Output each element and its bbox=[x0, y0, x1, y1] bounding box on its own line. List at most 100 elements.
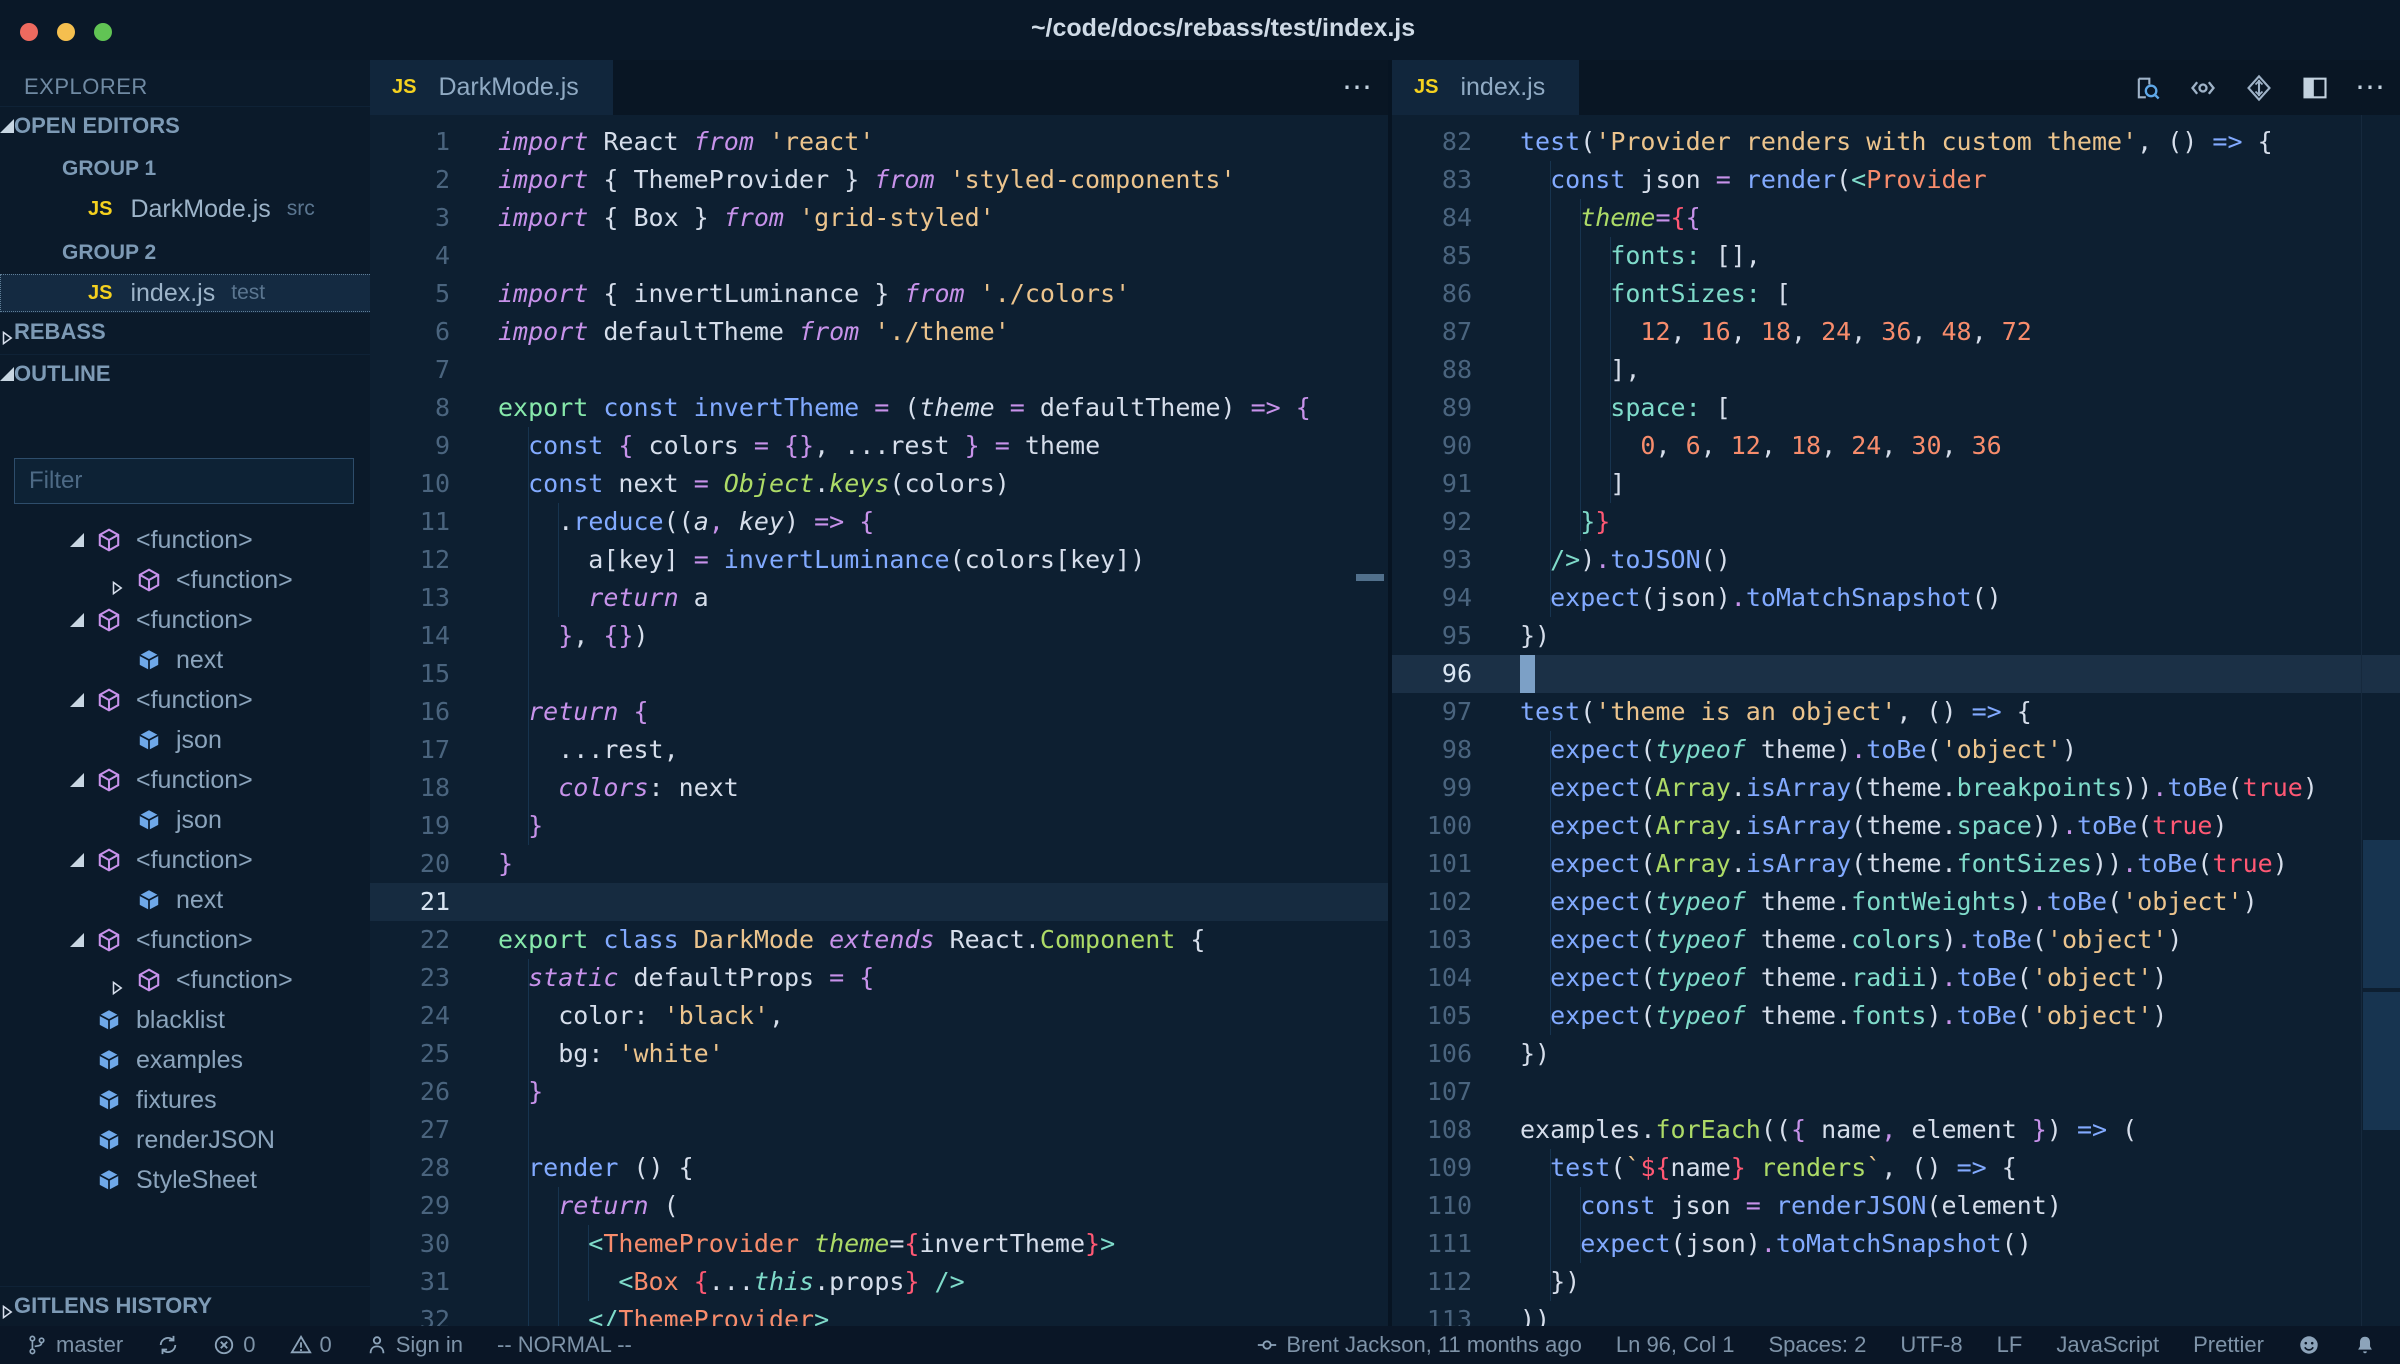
function-cube-icon bbox=[96, 607, 122, 633]
tab-darkmode-js[interactable]: JS DarkMode.js bbox=[370, 60, 613, 115]
code-line-14: 14 }, {}) bbox=[370, 617, 1388, 655]
outline-item-StyleSheet[interactable]: StyleSheet bbox=[0, 1160, 371, 1200]
status-left-0-master[interactable]: master bbox=[26, 1332, 123, 1358]
code-text: ...rest, bbox=[498, 731, 679, 769]
line-number: 108 bbox=[1392, 1111, 1472, 1149]
editor-index-js[interactable]: 82test('Provider renders with custom the… bbox=[1392, 115, 2400, 1326]
code-text: expect(typeof theme).toBe('object') bbox=[1520, 731, 2077, 769]
code-text: expect(typeof theme.fonts).toBe('object'… bbox=[1520, 997, 2167, 1035]
outline-item-function[interactable]: <function> bbox=[0, 960, 371, 1000]
vscode-window: ~/code/docs/rebass/test/index.js EXPLORE… bbox=[0, 0, 2400, 1364]
status-left-5-normal[interactable]: -- NORMAL -- bbox=[497, 1332, 632, 1358]
status-right-5-javascript[interactable]: JavaScript bbox=[2056, 1332, 2159, 1358]
outline-item-json[interactable]: json bbox=[0, 720, 371, 760]
code-line-6: 6import defaultTheme from './theme' bbox=[370, 313, 1388, 351]
section-rebass[interactable]: REBASS bbox=[0, 312, 370, 351]
more-actions-icon[interactable]: ⋯ bbox=[1342, 73, 1374, 103]
more-actions-button[interactable]: ⋯ bbox=[2356, 73, 2386, 103]
outline-item-label: json bbox=[176, 806, 222, 835]
zoom-window-button[interactable] bbox=[94, 23, 112, 41]
status-right-3-utf-8[interactable]: UTF-8 bbox=[1900, 1332, 1962, 1358]
code-line-24: 24 color: 'black', bbox=[370, 997, 1388, 1035]
status-left-4-sign-in[interactable]: Sign in bbox=[366, 1332, 463, 1358]
status-label: LF bbox=[1997, 1332, 2023, 1358]
outline-item-fixtures[interactable]: fixtures bbox=[0, 1080, 371, 1120]
gitlens-blame-button[interactable] bbox=[2188, 73, 2218, 103]
chevron-expanded-icon bbox=[0, 367, 14, 381]
line-number: 111 bbox=[1392, 1225, 1472, 1263]
status-left-2-0[interactable]: 0 bbox=[213, 1332, 255, 1358]
code-text: const json = render(<Provider bbox=[1520, 161, 1987, 199]
code-text: .reduce((a, key) => { bbox=[498, 503, 874, 541]
code-search-button[interactable] bbox=[2132, 73, 2162, 103]
section-label: OUTLINE bbox=[14, 361, 111, 387]
outline-item-blacklist[interactable]: blacklist bbox=[0, 1000, 371, 1040]
outline-filter-input[interactable] bbox=[14, 458, 354, 504]
outline-item-function[interactable]: <function> bbox=[0, 560, 371, 600]
function-cube-icon bbox=[96, 927, 122, 953]
section-outline[interactable]: OUTLINE bbox=[0, 354, 370, 393]
editor-group-right: JS index.js ⋯ 82test('Provider renders w… bbox=[1392, 60, 2400, 1326]
code-line-20: 20} bbox=[370, 845, 1388, 883]
line-number: 31 bbox=[370, 1263, 450, 1301]
code-text: return { bbox=[498, 693, 649, 731]
code-line-28: 28 render () { bbox=[370, 1149, 1388, 1187]
outline-item-next[interactable]: next bbox=[0, 880, 371, 920]
section-gitlens-history[interactable]: GITLENS HISTORY bbox=[0, 1286, 370, 1325]
git-compare-button[interactable] bbox=[2244, 73, 2274, 103]
outline-item-json[interactable]: json bbox=[0, 800, 371, 840]
git-branch-icon bbox=[26, 1334, 48, 1356]
variable-box-icon bbox=[136, 807, 162, 833]
variable-box-icon bbox=[136, 727, 162, 753]
status-right-1-ln-96-col-1[interactable]: Ln 96, Col 1 bbox=[1616, 1332, 1735, 1358]
status-right-4-lf[interactable]: LF bbox=[1997, 1332, 2023, 1358]
editor-scrollbar[interactable] bbox=[2361, 115, 2400, 1326]
status-right-6-prettier[interactable]: Prettier bbox=[2193, 1332, 2264, 1358]
minimize-window-button[interactable] bbox=[57, 23, 75, 41]
line-number: 19 bbox=[370, 807, 450, 845]
code-text: )) bbox=[1520, 1301, 1550, 1326]
code-text: import { ThemeProvider } from 'styled-co… bbox=[498, 161, 1236, 199]
status-right-8[interactable] bbox=[2354, 1334, 2376, 1356]
outline-item-label: <function> bbox=[136, 526, 253, 555]
section-open-editors[interactable]: OPEN EDITORS bbox=[0, 106, 370, 145]
code-line-3: 3import { Box } from 'grid-styled' bbox=[370, 199, 1388, 237]
status-right-2-spaces-2[interactable]: Spaces: 2 bbox=[1769, 1332, 1867, 1358]
code-text: export class DarkMode extends React.Comp… bbox=[498, 921, 1205, 959]
close-window-button[interactable] bbox=[20, 23, 38, 41]
outline-item-function[interactable]: <function> bbox=[0, 600, 371, 640]
open-editor-item-darkmode.js[interactable]: JSDarkMode.jssrc bbox=[0, 190, 371, 228]
tab-index-js[interactable]: JS index.js bbox=[1392, 60, 1579, 115]
line-number: 17 bbox=[370, 731, 450, 769]
status-left-1[interactable] bbox=[157, 1334, 179, 1356]
code-line-100: 100 expect(Array.isArray(theme.space)).t… bbox=[1392, 807, 2400, 845]
code-line-23: 23 static defaultProps = { bbox=[370, 959, 1388, 997]
chevron-expanded-icon bbox=[70, 533, 84, 547]
outline-item-examples[interactable]: examples bbox=[0, 1040, 371, 1080]
code-line-5: 5import { invertLuminance } from './colo… bbox=[370, 275, 1388, 313]
code-line-111: 111 expect(json).toMatchSnapshot() bbox=[1392, 1225, 2400, 1263]
line-number: 27 bbox=[370, 1111, 450, 1149]
outline-item-renderJSON[interactable]: renderJSON bbox=[0, 1120, 371, 1160]
outline-item-function[interactable]: <function> bbox=[0, 840, 371, 880]
split-editor-button[interactable] bbox=[2300, 73, 2330, 103]
code-line-90: 90 0, 6, 12, 18, 24, 30, 36 bbox=[1392, 427, 2400, 465]
status-right-7[interactable] bbox=[2298, 1334, 2320, 1356]
outline-item-function[interactable]: <function> bbox=[0, 760, 371, 800]
code-line-84: 84 theme={{ bbox=[1392, 199, 2400, 237]
outline-item-next[interactable]: next bbox=[0, 640, 371, 680]
status-left-3-0[interactable]: 0 bbox=[290, 1332, 332, 1358]
editor-darkmode-js[interactable]: 1import React from 'react'2import { Them… bbox=[370, 115, 1388, 1326]
outline-item-function[interactable]: <function> bbox=[0, 680, 371, 720]
scrollbar-slider[interactable] bbox=[2363, 840, 2400, 988]
status-right-0-brent-jackson-11-months-ago[interactable]: Brent Jackson, 11 months ago bbox=[1256, 1332, 1582, 1358]
outline-item-function[interactable]: <function> bbox=[0, 520, 371, 560]
open-editor-item-index.js[interactable]: JSindex.jstest bbox=[0, 274, 371, 312]
smiley-icon bbox=[2298, 1334, 2320, 1356]
outline-item-label: renderJSON bbox=[136, 1126, 275, 1155]
outline-item-function[interactable]: <function> bbox=[0, 920, 371, 960]
code-text: 0, 6, 12, 18, 24, 30, 36 bbox=[1520, 427, 2002, 465]
scrollbar-slider[interactable] bbox=[2363, 992, 2400, 1130]
line-number: 92 bbox=[1392, 503, 1472, 541]
chevron-expanded-icon bbox=[70, 853, 84, 867]
